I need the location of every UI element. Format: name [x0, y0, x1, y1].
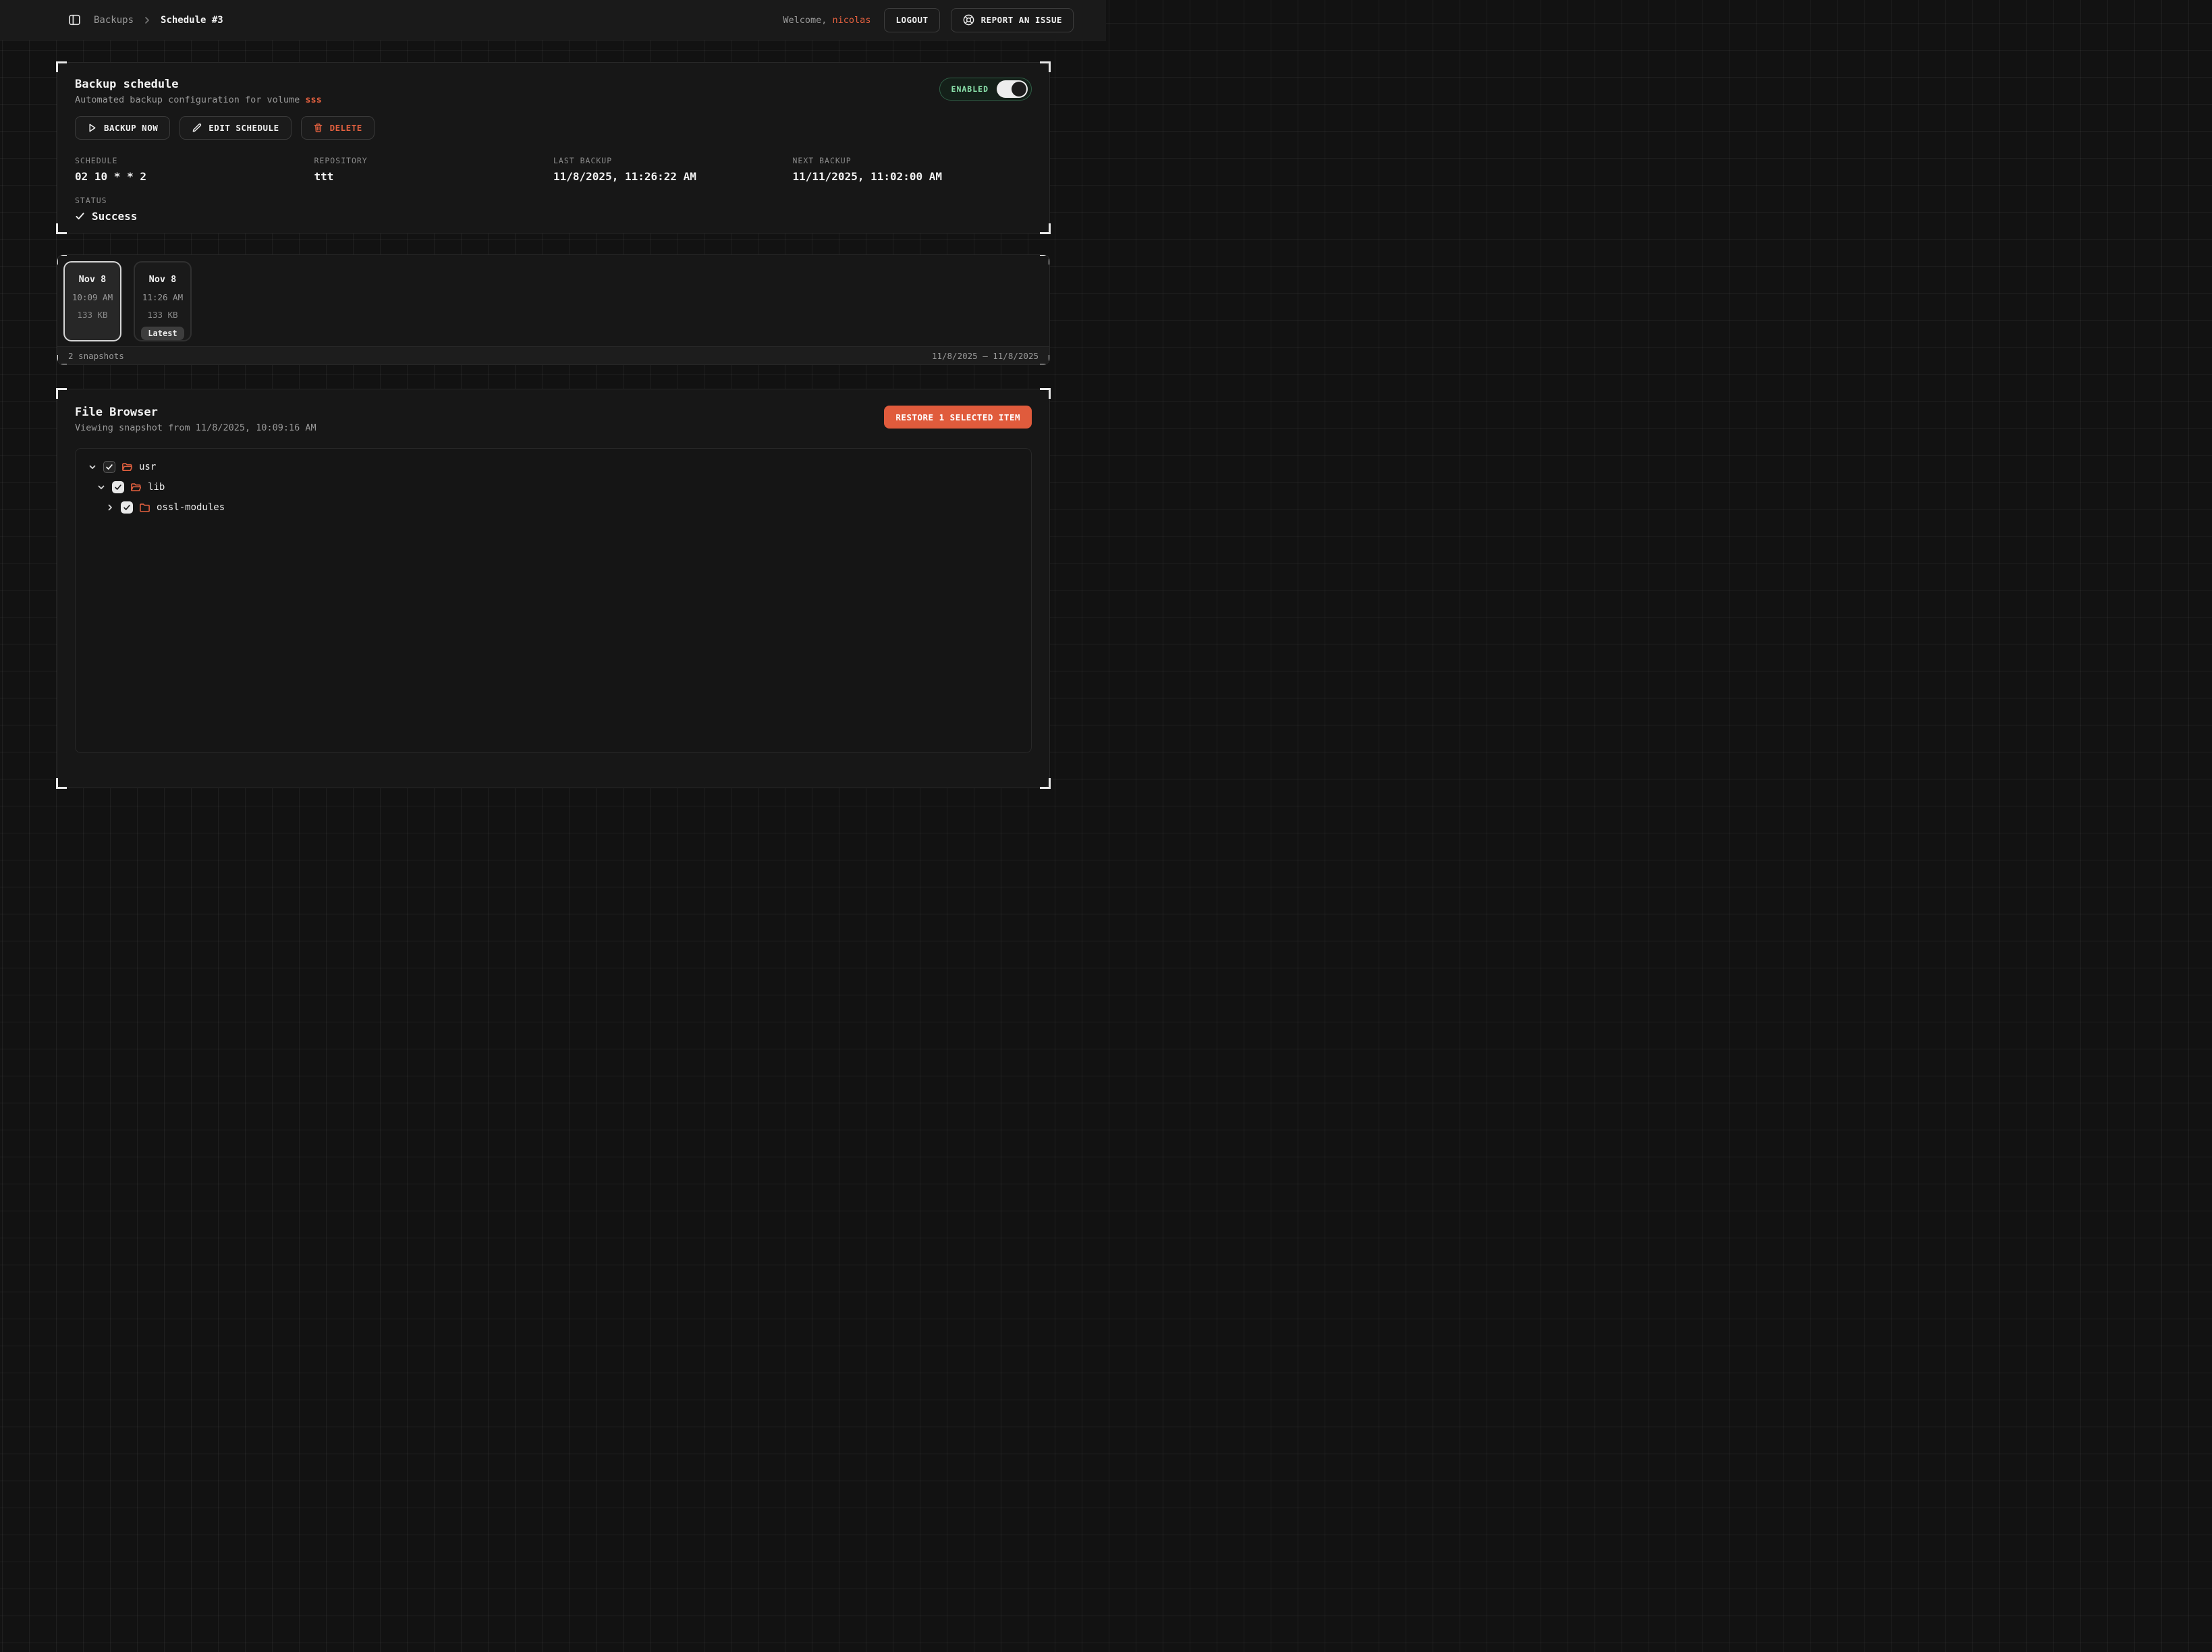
- logout-button-label: LOGOUT: [895, 15, 928, 25]
- folder-open-icon: [121, 462, 133, 473]
- corner-bracket: [56, 388, 67, 399]
- field-status: STATUS Success: [75, 196, 1032, 223]
- status-label: STATUS: [75, 196, 1032, 205]
- snapshots-footer: 2 snapshots 11/8/2025 – 11/8/2025: [57, 346, 1049, 364]
- report-issue-button[interactable]: REPORT AN ISSUE: [951, 8, 1074, 32]
- corner-bracket: [56, 778, 67, 789]
- panel-left-icon: [67, 13, 82, 27]
- enabled-toggle-switch[interactable]: [997, 80, 1028, 98]
- schedule-card-header: Backup schedule Automated backup configu…: [75, 78, 322, 105]
- logout-button[interactable]: LOGOUT: [884, 8, 939, 32]
- breadcrumb: Backups Schedule #3: [65, 10, 223, 30]
- enabled-label: ENABLED: [951, 84, 989, 94]
- latest-badge: Latest: [141, 327, 184, 340]
- backup-now-button-label: BACKUP NOW: [104, 123, 158, 133]
- tree-row-lib[interactable]: lib: [82, 477, 1024, 497]
- folder-open-icon: [130, 482, 142, 493]
- checkbox-ossl-modules[interactable]: [121, 501, 133, 514]
- corner-bracket: [57, 254, 67, 265]
- field-label: LAST BACKUP: [553, 156, 793, 165]
- check-icon: [75, 211, 85, 221]
- edit-schedule-button-label: EDIT SCHEDULE: [209, 123, 279, 133]
- snapshot-time: 11:26 AM: [142, 292, 183, 302]
- field-last-backup: LAST BACKUP 11/8/2025, 11:26:22 AM: [553, 156, 793, 183]
- field-repository: REPOSITORY ttt: [314, 156, 554, 183]
- snapshot-count: 2 snapshots: [68, 351, 124, 361]
- volume-name: sss: [305, 94, 321, 105]
- field-label: REPOSITORY: [314, 156, 554, 165]
- trash-icon: [313, 123, 323, 133]
- snapshots-panel: Nov 8 10:09 AM 133 KB Nov 8 11:26 AM 133…: [57, 254, 1050, 365]
- edit-schedule-button[interactable]: EDIT SCHEDULE: [179, 116, 291, 140]
- file-tree: usr lib: [75, 448, 1032, 753]
- snapshot-strip: Nov 8 10:09 AM 133 KB Nov 8 11:26 AM 133…: [57, 255, 1049, 348]
- corner-bracket: [56, 223, 67, 234]
- tree-item-label: lib: [148, 482, 165, 493]
- schedule-card-title: Backup schedule: [75, 78, 322, 91]
- delete-button-label: DELETE: [330, 123, 362, 133]
- backup-now-button[interactable]: BACKUP NOW: [75, 116, 170, 140]
- file-browser-title: File Browser: [75, 406, 316, 419]
- field-value: 02 10 * * 2: [75, 170, 314, 183]
- field-next-backup: NEXT BACKUP 11/11/2025, 11:02:00 AM: [793, 156, 1032, 183]
- lifebuoy-icon: [962, 13, 975, 26]
- folder-icon: [139, 502, 150, 514]
- play-icon: [87, 123, 97, 133]
- tree-item-label: usr: [139, 462, 156, 472]
- checkbox-usr[interactable]: [103, 461, 115, 473]
- snapshot-date: Nov 8: [149, 274, 177, 285]
- field-label: SCHEDULE: [75, 156, 314, 165]
- tree-item-label: ossl-modules: [157, 502, 225, 513]
- file-browser-card: File Browser Viewing snapshot from 11/8/…: [57, 389, 1050, 788]
- snapshot-date: Nov 8: [79, 274, 107, 285]
- checkbox-lib[interactable]: [112, 481, 124, 493]
- corner-bracket: [57, 355, 67, 365]
- username: nicolas: [833, 15, 871, 26]
- top-bar: Backups Schedule #3 Welcome, nicolas LOG…: [0, 0, 1106, 40]
- corner-bracket: [1040, 223, 1051, 234]
- status-value: Success: [92, 210, 137, 223]
- enabled-toggle-pill[interactable]: ENABLED: [939, 78, 1032, 101]
- sidebar-toggle-button[interactable]: [65, 10, 84, 30]
- field-label: NEXT BACKUP: [793, 156, 1032, 165]
- schedule-actions: BACKUP NOW EDIT SCHEDULE DELETE: [75, 116, 1032, 140]
- corner-bracket: [56, 61, 67, 72]
- delete-button[interactable]: DELETE: [301, 116, 375, 140]
- file-browser-header: File Browser Viewing snapshot from 11/8/…: [75, 406, 316, 433]
- snapshot-size: 133 KB: [147, 310, 177, 320]
- chevron-right-icon: [143, 16, 151, 24]
- field-value: ttt: [314, 170, 554, 183]
- field-schedule: SCHEDULE 02 10 * * 2: [75, 156, 314, 183]
- snapshot-time: 10:09 AM: [72, 292, 113, 302]
- corner-bracket: [1040, 388, 1051, 399]
- file-browser-subtitle: Viewing snapshot from 11/8/2025, 10:09:1…: [75, 422, 316, 433]
- corner-bracket: [1040, 61, 1051, 72]
- schedule-card-subtitle: Automated backup configuration for volum…: [75, 94, 322, 105]
- chevron-down-icon[interactable]: [88, 462, 97, 472]
- backup-schedule-card: Backup schedule Automated backup configu…: [57, 62, 1050, 233]
- corner-bracket: [1040, 254, 1050, 265]
- corner-bracket: [1040, 355, 1050, 365]
- snapshot-card[interactable]: Nov 8 11:26 AM 133 KB Latest: [134, 261, 192, 341]
- field-value: 11/11/2025, 11:02:00 AM: [793, 170, 1032, 183]
- snapshot-size: 133 KB: [77, 310, 107, 320]
- chevron-down-icon[interactable]: [96, 483, 106, 492]
- pencil-icon: [192, 123, 202, 133]
- snapshot-date-range: 11/8/2025 – 11/8/2025: [932, 351, 1039, 361]
- topbar-right: Welcome, nicolas LOGOUT REPORT AN ISSUE: [783, 8, 1074, 32]
- corner-bracket: [1040, 778, 1051, 789]
- toggle-knob: [1012, 82, 1026, 97]
- schedule-info-grid: SCHEDULE 02 10 * * 2 REPOSITORY ttt LAST…: [75, 156, 1032, 183]
- breadcrumb-section[interactable]: Backups: [94, 15, 134, 26]
- welcome-text: Welcome, nicolas: [783, 15, 870, 26]
- snapshot-card-selected[interactable]: Nov 8 10:09 AM 133 KB: [63, 261, 121, 341]
- report-issue-button-label: REPORT AN ISSUE: [981, 15, 1062, 25]
- tree-row-usr[interactable]: usr: [82, 457, 1024, 477]
- tree-row-ossl-modules[interactable]: ossl-modules: [82, 497, 1024, 518]
- field-value: 11/8/2025, 11:26:22 AM: [553, 170, 793, 183]
- chevron-right-icon[interactable]: [105, 503, 115, 512]
- restore-button[interactable]: RESTORE 1 SELECTED ITEM: [884, 406, 1032, 429]
- breadcrumb-page: Schedule #3: [161, 15, 223, 26]
